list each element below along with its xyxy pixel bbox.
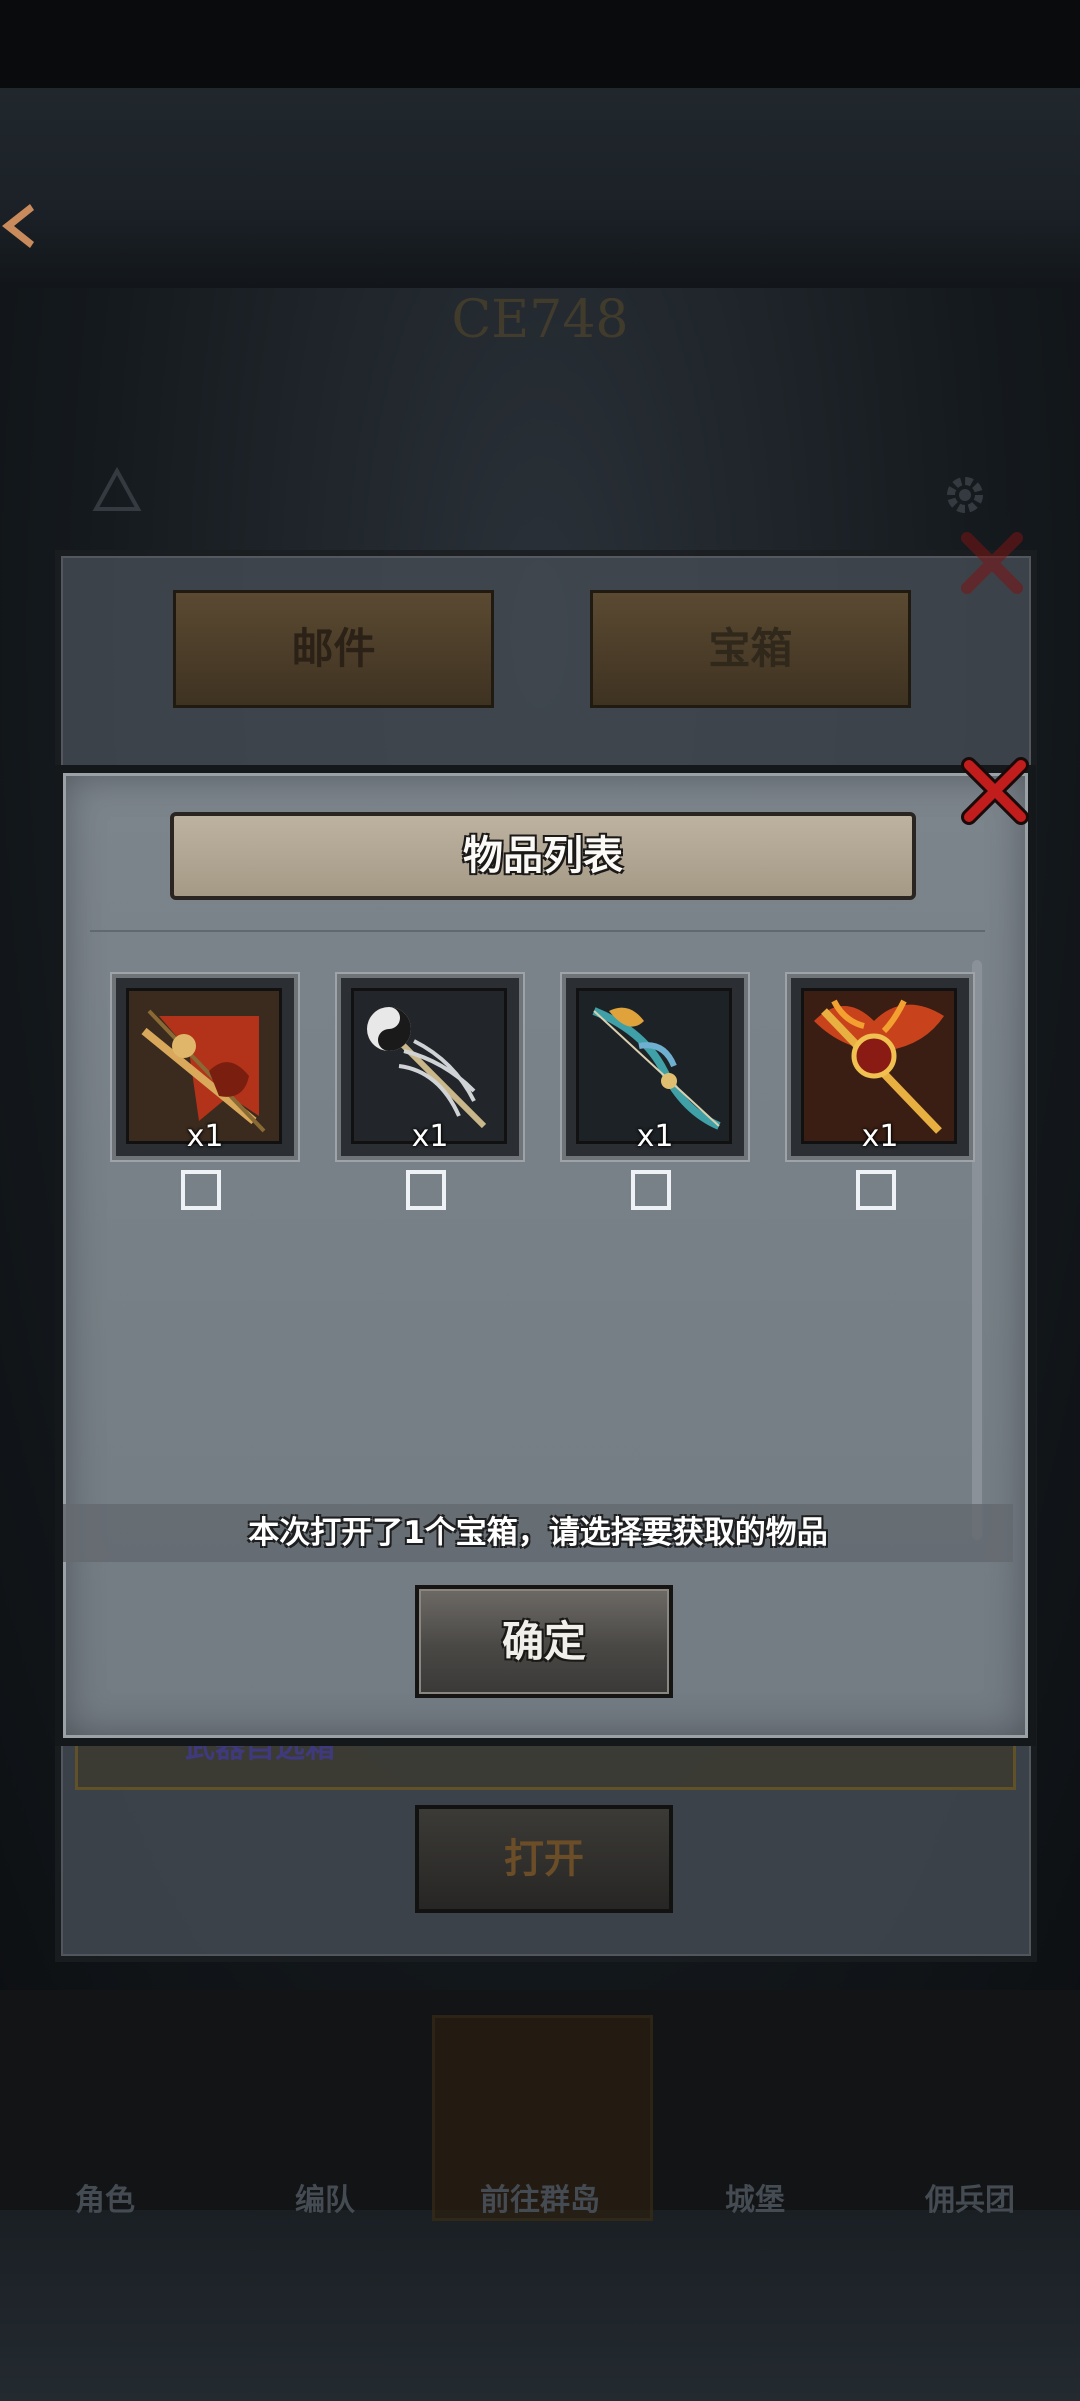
close-icon[interactable]: [955, 753, 1033, 831]
selection-hint: 本次打开了1个宝箱，请选择要获取的物品: [248, 1515, 828, 1551]
nav-item-castle[interactable]: 城堡: [655, 2175, 855, 2219]
item-quantity: x1: [186, 1119, 224, 1154]
nav-item-team[interactable]: 编队: [225, 2175, 425, 2219]
close-icon[interactable]: [955, 528, 1027, 600]
nav-item-mercenary[interactable]: 佣兵团: [870, 2175, 1070, 2219]
confirm-button-label[interactable]: 确定: [415, 1585, 673, 1698]
item-slot[interactable]: x1: [337, 974, 523, 1160]
item-checkbox[interactable]: [181, 1170, 221, 1210]
gear-icon: [947, 477, 983, 513]
item-slot[interactable]: x1: [112, 974, 298, 1160]
item-quantity: x1: [411, 1119, 449, 1154]
item-checkbox[interactable]: [856, 1170, 896, 1210]
nav-item-character[interactable]: 角色: [5, 2175, 205, 2219]
tab-mail[interactable]: 邮件: [173, 590, 494, 708]
item-checkbox[interactable]: [631, 1170, 671, 1210]
item-checkbox[interactable]: [406, 1170, 446, 1210]
tab-chest[interactable]: 宝箱: [590, 590, 911, 708]
top-banner: [0, 88, 1080, 288]
era-label: CE748: [451, 290, 629, 350]
status-bar-area: [0, 0, 1080, 88]
nav-item-islands[interactable]: 前往群岛: [440, 2175, 640, 2219]
camp-icon: [92, 466, 142, 511]
item-quantity: x1: [861, 1119, 899, 1154]
item-slot[interactable]: x1: [562, 974, 748, 1160]
scrollbar-track[interactable]: [972, 960, 982, 1540]
system-nav-area: [0, 2210, 1080, 2401]
divider: [90, 930, 985, 932]
back-arrow-icon[interactable]: [0, 196, 40, 256]
item-slot[interactable]: x1: [787, 974, 973, 1160]
open-button[interactable]: 打开: [415, 1805, 673, 1913]
item-quantity: x1: [636, 1119, 674, 1154]
dialog-title: 物品列表: [463, 833, 623, 879]
